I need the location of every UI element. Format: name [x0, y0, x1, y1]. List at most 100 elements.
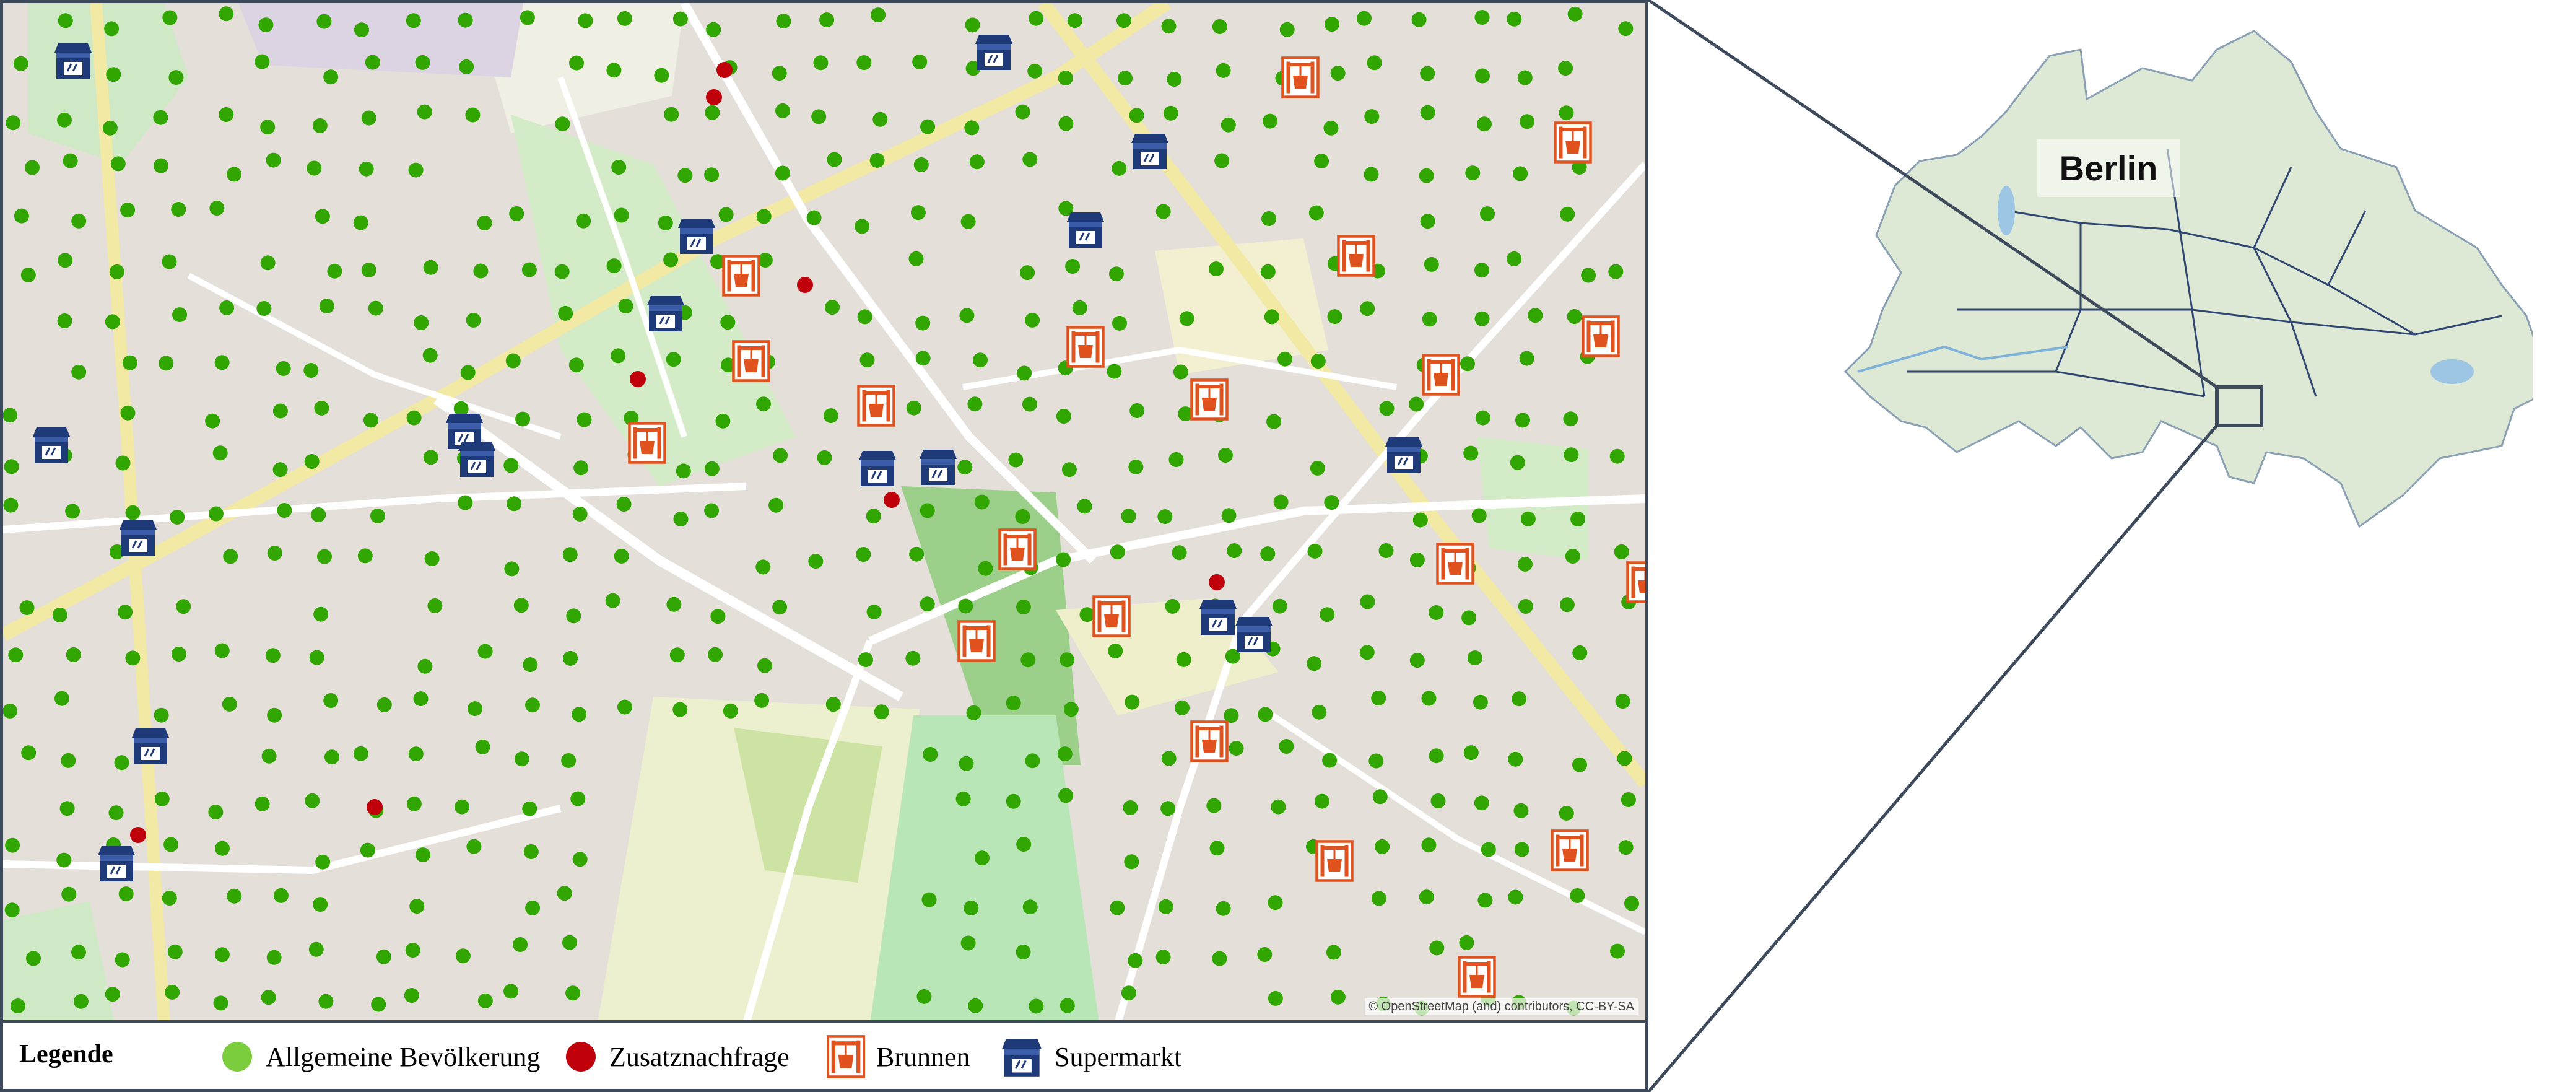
population-point [1465, 165, 1481, 181]
population-point [666, 352, 681, 367]
population-point [908, 251, 924, 266]
population-point [1112, 315, 1127, 331]
population-point [813, 55, 829, 71]
population-point [1056, 552, 1071, 567]
population-point [54, 691, 69, 706]
population-point [955, 791, 971, 806]
supermarket-marker [1199, 600, 1237, 635]
population-point [61, 886, 77, 902]
population-point [65, 504, 80, 519]
population-point [1227, 543, 1242, 559]
population-point [706, 22, 721, 37]
population-point [1307, 543, 1323, 559]
demand-point [1209, 574, 1225, 590]
population-point [563, 650, 578, 666]
population-point [1572, 757, 1587, 772]
population-point [1107, 364, 1122, 379]
population-point [578, 13, 593, 28]
population-point [114, 755, 129, 771]
population-point [353, 746, 368, 761]
green-dot-icon [222, 1042, 252, 1072]
population-point [1155, 204, 1171, 219]
population-point [104, 21, 120, 37]
population-point [1424, 256, 1439, 272]
legend-item-demand: Zusatznachfrage [564, 1032, 790, 1081]
population-point [1257, 947, 1273, 962]
population-point [673, 512, 689, 526]
population-point [1121, 509, 1136, 524]
population-point [1079, 607, 1095, 622]
population-point [57, 112, 72, 128]
population-point [616, 497, 632, 512]
legend-title: Legende [19, 1040, 113, 1068]
population-point [973, 352, 988, 368]
population-point [856, 55, 872, 71]
population-point [273, 888, 289, 903]
fountain-marker [957, 620, 996, 662]
population-point [261, 748, 277, 764]
population-point [208, 805, 224, 819]
population-point [817, 450, 832, 465]
population-point [618, 299, 633, 314]
population-point [1567, 309, 1582, 324]
population-point [3, 497, 19, 513]
population-point [866, 604, 882, 619]
population-point [572, 506, 588, 522]
population-point [1060, 998, 1075, 1013]
population-point [565, 985, 581, 1001]
population-point [923, 747, 938, 762]
legend-item-fountain: Brunnen [827, 1032, 970, 1081]
population-point [1022, 396, 1037, 412]
population-point [611, 160, 627, 175]
population-point [406, 410, 422, 426]
population-point [1463, 745, 1479, 761]
population-point [1360, 594, 1375, 609]
population-point [56, 852, 72, 868]
population-point [266, 950, 282, 965]
population-point [1618, 21, 1634, 37]
population-point [825, 300, 840, 315]
population-point [125, 650, 141, 666]
population-point [1581, 268, 1596, 283]
map-attribution: © OpenStreetMap (and) contributors, CC-B… [1365, 998, 1638, 1015]
population-point [212, 445, 228, 461]
population-point [1420, 214, 1435, 229]
population-point [1273, 494, 1289, 510]
population-point [406, 13, 421, 28]
population-point [756, 396, 771, 412]
population-point [1176, 652, 1191, 667]
population-point [1618, 840, 1634, 855]
population-point [1112, 160, 1127, 176]
population-point [1123, 800, 1138, 815]
population-point [314, 400, 329, 416]
population-point [676, 463, 691, 479]
population-point [357, 548, 373, 564]
population-point [1528, 308, 1543, 323]
population-point [1314, 154, 1329, 169]
population-point [1459, 935, 1474, 950]
population-point [1124, 854, 1139, 870]
population-point [315, 209, 330, 224]
population-point [1608, 264, 1624, 279]
population-point [1467, 650, 1482, 666]
population-point [915, 351, 931, 366]
population-point [311, 507, 326, 522]
fountain-marker [857, 385, 895, 427]
population-point [163, 837, 179, 852]
population-point [466, 312, 481, 328]
population-point [1264, 309, 1279, 325]
population-point [324, 749, 339, 765]
population-point [315, 854, 331, 870]
population-point [1471, 508, 1487, 523]
population-point [959, 308, 975, 323]
population-point [1360, 301, 1375, 317]
population-point [153, 110, 168, 125]
population-point [1322, 753, 1338, 768]
population-point [219, 300, 235, 315]
population-point [477, 216, 492, 230]
population-point [677, 168, 693, 183]
population-point [1517, 70, 1533, 85]
population-point [806, 210, 822, 225]
population-point [1615, 694, 1630, 709]
population-point [58, 13, 73, 28]
